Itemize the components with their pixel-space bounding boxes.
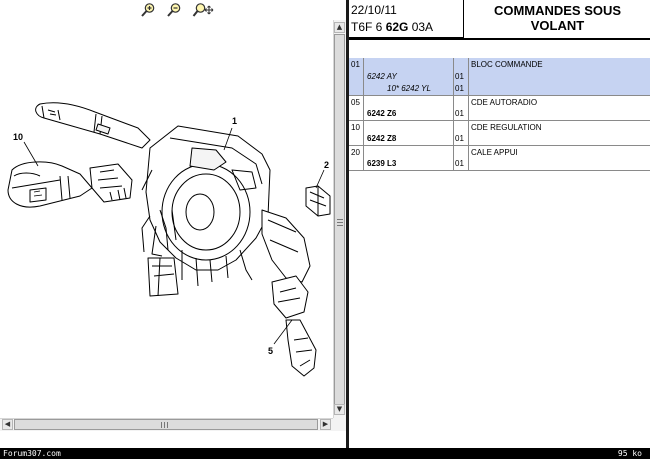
- horizontal-scrollbar[interactable]: ◀ ▶: [0, 418, 333, 431]
- scroll-up-arrow-icon[interactable]: ▲: [334, 22, 345, 33]
- callout-1: 1: [232, 116, 237, 126]
- part-quantity: 01: [455, 109, 464, 118]
- scroll-left-arrow-icon[interactable]: ◀: [2, 419, 13, 430]
- callout-2: 2: [324, 160, 329, 170]
- zoom-fit-icon[interactable]: [192, 2, 214, 18]
- part-reference-variant: 10* 6242 YL: [387, 84, 431, 93]
- header-divider: [349, 38, 650, 40]
- lighting-stalk: [35, 102, 151, 149]
- parts-diagram[interactable]: 10 1 2 5: [0, 20, 333, 418]
- part-description: BLOC COMMANDE: [471, 60, 543, 69]
- title-line-2: VOLANT: [530, 18, 585, 33]
- page-title: COMMANDES SOUS VOLANT: [465, 3, 650, 33]
- horizontal-scroll-thumb[interactable]: [14, 419, 318, 430]
- parts-row[interactable]: 10 6242 Z8 01 CDE REGULATION: [349, 121, 650, 146]
- status-bar: Forum307.com 95 ko: [0, 448, 650, 459]
- part-reference: 6242 Z6: [367, 109, 397, 118]
- parts-row[interactable]: 20 6239 L3 01 CALE APPUI: [349, 146, 650, 171]
- parts-row[interactable]: 05 6242 Z6 01 CDE AUTORADIO: [349, 96, 650, 121]
- scroll-down-arrow-icon[interactable]: ▼: [334, 404, 345, 415]
- plate-code-bold: 62G: [385, 20, 409, 34]
- part-index: 05: [351, 98, 360, 107]
- exploded-view-drawing: 10 1 2 5: [7, 102, 331, 377]
- vertical-scrollbar[interactable]: ▲ ▼: [333, 20, 346, 418]
- zoom-out-icon[interactable]: [166, 2, 182, 18]
- parts-row[interactable]: 01 6242 AY 10* 6242 YL 01 01 BLOC COMMAN…: [349, 58, 650, 96]
- part-quantity: 01: [455, 159, 464, 168]
- part-index: 20: [351, 148, 360, 157]
- part-reference: 6239 L3: [367, 159, 397, 168]
- vertical-scroll-thumb[interactable]: [334, 34, 345, 414]
- part-description: CDE REGULATION: [471, 123, 542, 132]
- switch-block-body: [141, 125, 271, 297]
- scroll-right-arrow-icon[interactable]: ▶: [320, 419, 331, 430]
- plate-code-suffix: 03A: [408, 20, 434, 34]
- viewer-toolbar: [0, 0, 333, 20]
- header-date: 22/10/11: [351, 3, 397, 17]
- part-description: CALE APPUI: [471, 148, 518, 157]
- support-wedge: [305, 185, 331, 217]
- part-quantity: 01: [455, 72, 464, 81]
- title-line-1: COMMANDES SOUS: [493, 3, 622, 18]
- part-quantity: 01: [455, 134, 464, 143]
- part-reference: 6242 AY: [367, 72, 397, 81]
- part-reference: 6242 Z8: [367, 134, 397, 143]
- status-page-size: 95 ko: [617, 449, 642, 458]
- part-index: 01: [351, 60, 360, 69]
- part-description: CDE AUTORADIO: [471, 98, 538, 107]
- part-quantity-variant: 01: [455, 84, 464, 93]
- plate-code-prefix: T6F 6: [351, 20, 386, 34]
- header-plate-code: T6F 6 62G 03A: [351, 20, 433, 34]
- status-site-name: Forum307.com: [3, 449, 61, 458]
- callout-10: 10: [13, 132, 23, 142]
- scrollbar-corner: [333, 418, 346, 431]
- cruise-control-stalk: [7, 161, 133, 208]
- zoom-in-icon[interactable]: [140, 2, 156, 18]
- callout-5: 5: [268, 346, 273, 356]
- part-index: 10: [351, 123, 360, 132]
